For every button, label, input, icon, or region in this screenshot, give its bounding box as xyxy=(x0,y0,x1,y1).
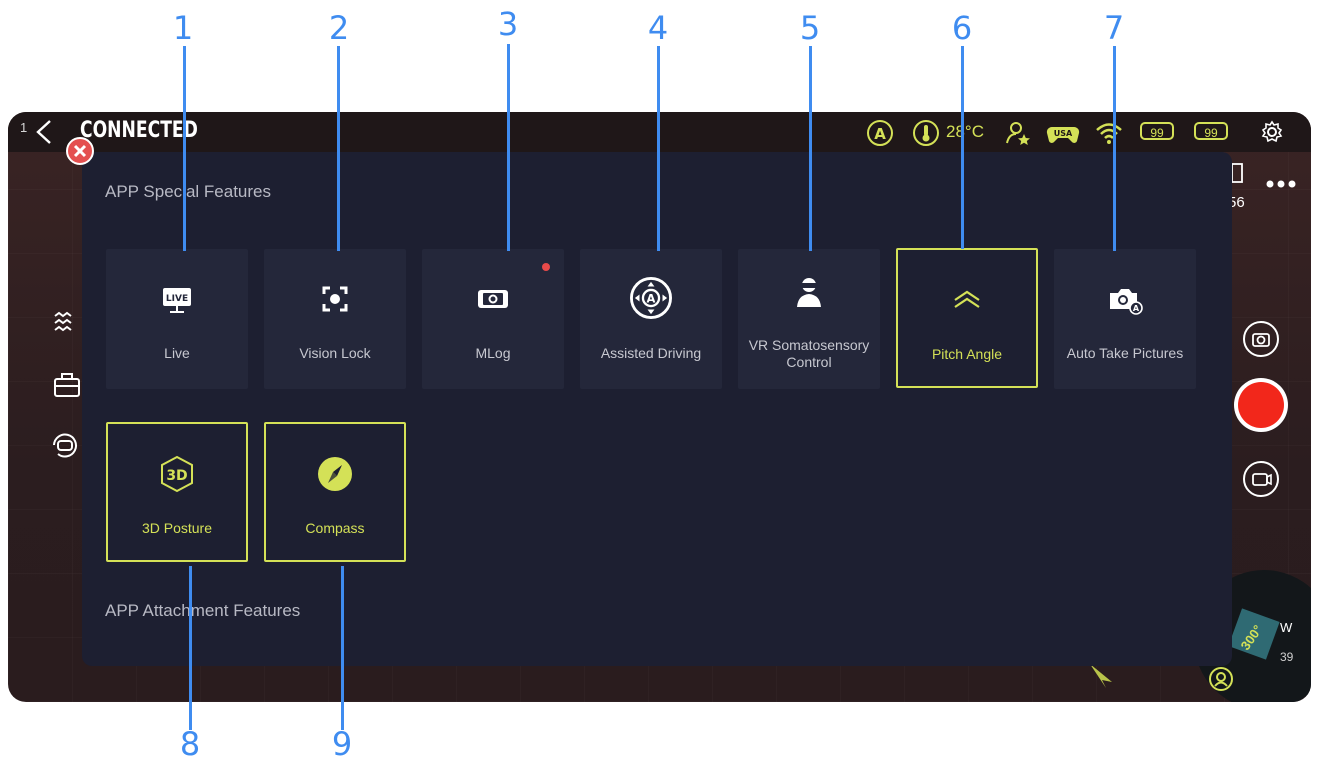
callout-6: 6 xyxy=(951,9,973,47)
feature-card-assisted-driving[interactable]: A Assisted Driving xyxy=(580,249,722,389)
page-index: 1 xyxy=(20,120,28,135)
feature-card-mlog[interactable]: MLog xyxy=(422,249,564,389)
feature-label: Assisted Driving xyxy=(600,345,702,361)
map-distance: 39 xyxy=(1280,650,1294,664)
feature-card-3d-posture[interactable]: 3D 3D Posture xyxy=(106,422,248,562)
feature-label: Pitch Angle xyxy=(931,346,1003,362)
feature-card-vision-lock[interactable]: Vision Lock xyxy=(264,249,406,389)
battery-right: 99 xyxy=(1194,122,1228,140)
callout-line-2 xyxy=(337,46,340,251)
callout-line-1 xyxy=(183,46,186,251)
feature-card-pitch-angle[interactable]: Pitch Angle xyxy=(896,248,1038,388)
close-panel-button[interactable] xyxy=(66,137,94,165)
drone-location-icon[interactable] xyxy=(1208,666,1234,692)
feature-label: Live xyxy=(164,345,190,361)
callout-7: 7 xyxy=(1103,9,1125,47)
callout-line-8 xyxy=(189,566,192,730)
vr-headset-icon xyxy=(797,278,821,307)
callout-5: 5 xyxy=(799,9,821,47)
map-direction: W xyxy=(1280,620,1293,635)
close-icon xyxy=(73,144,87,158)
feature-label: 3D Posture xyxy=(141,520,213,536)
svg-text:USA: USA xyxy=(1054,129,1073,138)
photo-mode-icon[interactable] xyxy=(1242,460,1280,498)
svg-text:A: A xyxy=(1133,304,1140,313)
feature-label: MLog xyxy=(475,345,511,361)
svg-text:A: A xyxy=(874,125,886,143)
live-icon: LIVE xyxy=(163,288,191,313)
gimbal-reset-icon[interactable] xyxy=(48,428,82,462)
mlog-icon xyxy=(478,290,508,308)
feature-card-compass[interactable]: Compass xyxy=(264,422,406,562)
back-icon[interactable] xyxy=(32,118,56,146)
toolbox-icon[interactable] xyxy=(52,370,82,400)
feature-card-auto-take-pictures[interactable]: A Auto Take Pictures xyxy=(1054,249,1196,389)
pitch-angle-icon xyxy=(954,290,980,308)
callout-4: 4 xyxy=(647,9,669,47)
attachment-features-title: APP Attachment Features xyxy=(105,601,301,620)
media-icon[interactable] xyxy=(1230,162,1246,186)
callout-9: 9 xyxy=(331,725,353,763)
callout-line-4 xyxy=(657,46,660,251)
callout-line-3 xyxy=(507,44,510,251)
gamepad-region-icon[interactable]: USA xyxy=(1046,119,1080,147)
svg-text:3D: 3D xyxy=(166,468,187,484)
wifi-signal-icon xyxy=(1096,123,1122,144)
callout-3: 3 xyxy=(497,5,519,43)
connection-status: CONNECTED xyxy=(80,118,198,143)
callout-1: 1 xyxy=(172,9,194,47)
feature-label: VR Somatosensory Control xyxy=(748,337,870,370)
thermometer-icon xyxy=(913,120,939,146)
callout-line-7 xyxy=(1113,46,1116,251)
feature-card-vr-control[interactable]: VR Somatosensory Control xyxy=(738,249,880,389)
settings-gear-icon[interactable] xyxy=(1260,120,1284,144)
switch-camera-icon[interactable] xyxy=(1242,320,1280,358)
battery-left: 99 xyxy=(1140,122,1174,140)
new-badge-dot xyxy=(542,263,550,271)
svg-text:LIVE: LIVE xyxy=(166,294,188,304)
temperature-readout: 28°C xyxy=(946,122,984,141)
vision-lock-icon xyxy=(322,286,348,312)
more-options-icon[interactable] xyxy=(1264,178,1298,190)
feature-card-live[interactable]: LIVE Live xyxy=(106,249,248,389)
wave-mode-icon[interactable] xyxy=(52,307,82,337)
auto-mode-icon: A xyxy=(867,120,893,146)
callout-8: 8 xyxy=(179,725,201,763)
assisted-driving-icon: A xyxy=(630,277,672,319)
callout-line-5 xyxy=(809,46,812,251)
auto-camera-icon: A xyxy=(1110,289,1143,315)
record-button[interactable] xyxy=(1234,378,1288,432)
callout-line-9 xyxy=(341,566,344,730)
feature-label: Vision Lock xyxy=(299,345,371,361)
user-star-icon[interactable] xyxy=(1004,119,1032,147)
3d-posture-icon: 3D xyxy=(161,455,193,493)
feature-label: Auto Take Pictures xyxy=(1066,345,1184,361)
feature-label: Compass xyxy=(305,520,365,536)
compass-icon xyxy=(318,457,352,491)
callout-2: 2 xyxy=(328,9,350,47)
svg-text:A: A xyxy=(647,292,656,306)
special-features-title: APP Special Features xyxy=(105,182,271,201)
callout-line-6 xyxy=(961,46,964,249)
